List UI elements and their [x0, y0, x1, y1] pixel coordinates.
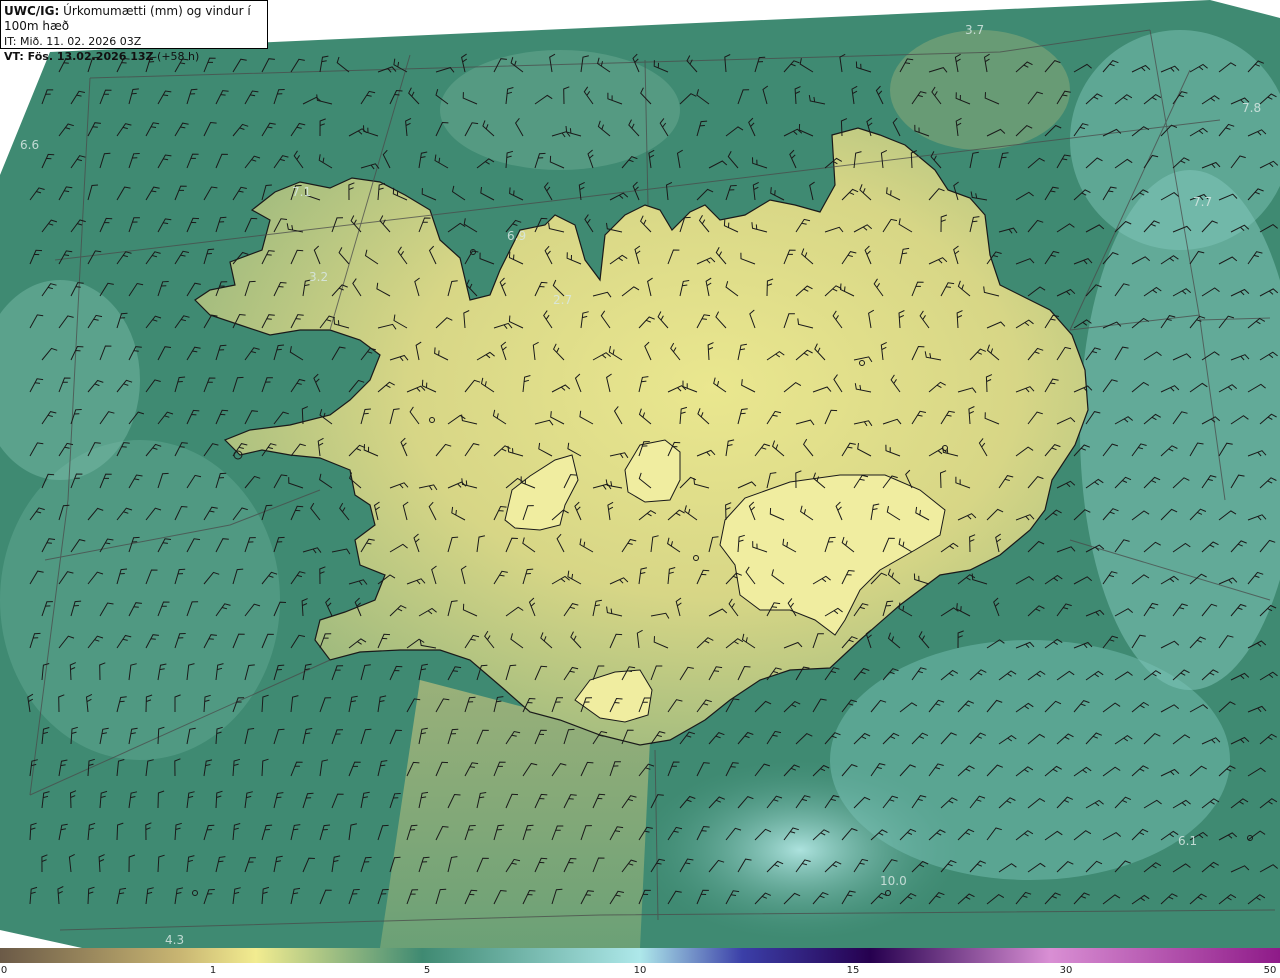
value-label: 3.2	[309, 270, 328, 284]
title-line: UWC/IG: Úrkomumætti (mm) og vindur í 100…	[4, 4, 264, 34]
valid-time-line: VT: Fös. 13.02.2026 13Z (+58 h)	[4, 49, 264, 64]
value-label: 7.7	[1193, 195, 1212, 209]
map-info-box: UWC/IG: Úrkomumætti (mm) og vindur í 100…	[0, 0, 268, 63]
map-canvas: 3.7 7.8 6.6 7.1 6.9 3.2 2.7 7.7 6.1 10.0…	[0, 0, 1280, 948]
value-label: 6.1	[1178, 834, 1197, 848]
issue-time: IT: Mið. 11. 02. 2026 03Z	[4, 35, 142, 48]
valid-time: VT: Fös. 13.02.2026 13Z	[4, 50, 154, 63]
value-label: 4.3	[165, 933, 184, 947]
colorbar-tick: 30	[1059, 965, 1073, 976]
valid-offset: (+58 h)	[157, 50, 200, 63]
colorbar-tick: 1	[209, 965, 217, 976]
colorbar-legend: 0 1 5 10 15 30 50	[0, 948, 1280, 978]
value-label: 3.7	[965, 23, 984, 37]
value-label: 7.8	[1242, 101, 1261, 115]
colorbar-tick: 5	[423, 965, 431, 976]
colorbar-tick: 50	[1263, 965, 1277, 976]
colorbar-tick: 0	[0, 965, 8, 976]
value-label: 2.7	[553, 293, 572, 307]
colorbar-strip	[0, 948, 1280, 963]
value-label: 6.9	[507, 229, 526, 243]
model-label: UWC/IG:	[4, 4, 60, 18]
value-label: 10.0	[880, 874, 907, 888]
value-label: 6.6	[20, 138, 39, 152]
colorbar-tick: 15	[846, 965, 860, 976]
weather-map: 3.7 7.8 6.6 7.1 6.9 3.2 2.7 7.7 6.1 10.0…	[0, 0, 1280, 948]
colorbar-tick: 10	[633, 965, 647, 976]
value-label: 7.1	[292, 185, 311, 199]
